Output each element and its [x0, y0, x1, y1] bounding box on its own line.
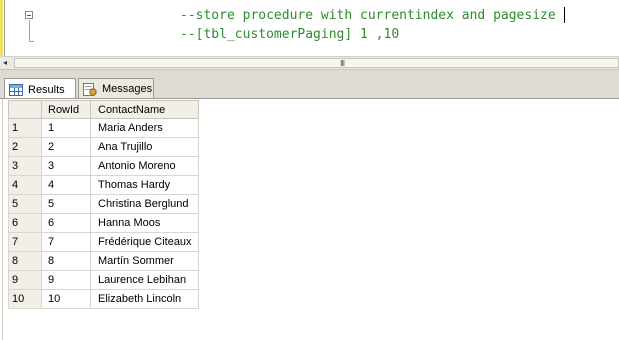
tab-messages[interactable]: Messages: [78, 78, 154, 99]
table-row[interactable]: 9 9 Laurence Lebihan: [8, 270, 199, 290]
code-line-2[interactable]: --[tbl_customerPaging] 1 ,10: [180, 27, 399, 43]
scrollbar-grip-icon: III: [340, 59, 345, 68]
cell-rowid[interactable]: 4: [41, 175, 91, 195]
table-row[interactable]: 1 1 Maria Anders: [8, 118, 199, 138]
row-number[interactable]: 4: [8, 175, 42, 195]
tab-messages-label: Messages: [102, 83, 153, 95]
scroll-left-arrow-icon[interactable]: ◂: [3, 58, 7, 68]
cell-rowid[interactable]: 2: [41, 137, 91, 157]
cell-rowid[interactable]: 10: [41, 289, 91, 309]
table-row[interactable]: 3 3 Antonio Moreno: [8, 156, 199, 176]
cell-contactname[interactable]: Hanna Moos: [90, 213, 199, 233]
cell-rowid[interactable]: 1: [41, 118, 91, 138]
table-row[interactable]: 5 5 Christina Berglund: [8, 194, 199, 214]
row-number[interactable]: 6: [8, 213, 42, 233]
results-tab-strip: Results Messages: [0, 69, 619, 100]
cell-contactname[interactable]: Laurence Lebihan: [90, 270, 199, 290]
grid-pane-border: [2, 99, 3, 340]
cell-rowid[interactable]: 3: [41, 156, 91, 176]
cell-rowid[interactable]: 8: [41, 251, 91, 271]
column-header-contactname[interactable]: ContactName: [90, 100, 199, 119]
table-row[interactable]: 6 6 Hanna Moos: [8, 213, 199, 233]
row-number[interactable]: 7: [8, 232, 42, 252]
table-row[interactable]: 8 8 Martín Sommer: [8, 251, 199, 271]
table-row[interactable]: 2 2 Ana Trujillo: [8, 137, 199, 157]
cell-contactname[interactable]: Christina Berglund: [90, 194, 199, 214]
cell-rowid[interactable]: 7: [41, 232, 91, 252]
outline-end-tick: [29, 41, 34, 42]
messages-icon: [83, 82, 97, 96]
cell-rowid[interactable]: 6: [41, 213, 91, 233]
change-tracking-margin: [0, 0, 3, 56]
editor-horizontal-scrollbar[interactable]: ◂ III: [0, 56, 619, 69]
query-editor[interactable]: --store procedure with currentindex and …: [0, 0, 619, 56]
cell-contactname[interactable]: Frédérique Citeaux: [90, 232, 199, 252]
tab-results-label: Results: [28, 83, 65, 96]
row-number[interactable]: 3: [8, 156, 42, 176]
row-number[interactable]: 2: [8, 137, 42, 157]
row-number[interactable]: 5: [8, 194, 42, 214]
grid-header-row: RowId ContactName: [8, 100, 199, 119]
cell-rowid[interactable]: 9: [41, 270, 91, 290]
results-grid-pane[interactable]: RowId ContactName 1 1 Maria Anders 2 2 A…: [0, 98, 619, 340]
row-number[interactable]: 10: [8, 289, 42, 309]
table-row[interactable]: 4 4 Thomas Hardy: [8, 175, 199, 195]
gutter-divider: [4, 0, 5, 56]
cell-contactname[interactable]: Elizabeth Lincoln: [90, 289, 199, 309]
text-caret: [564, 7, 565, 23]
results-grid[interactable]: RowId ContactName 1 1 Maria Anders 2 2 A…: [8, 100, 199, 309]
outline-line: [29, 20, 30, 42]
code-line-1[interactable]: --store procedure with currentindex and …: [180, 8, 556, 24]
collapse-region-icon[interactable]: [25, 11, 33, 19]
tab-results[interactable]: Results: [4, 78, 76, 100]
row-number[interactable]: 8: [8, 251, 42, 271]
row-number[interactable]: 9: [8, 270, 42, 290]
cell-contactname[interactable]: Martín Sommer: [90, 251, 199, 271]
row-header-corner[interactable]: [8, 100, 42, 119]
table-row[interactable]: 7 7 Frédérique Citeaux: [8, 232, 199, 252]
grid-icon: [9, 83, 23, 96]
cell-contactname[interactable]: Ana Trujillo: [90, 137, 199, 157]
scrollbar-thumb[interactable]: III: [14, 58, 619, 68]
cell-rowid[interactable]: 5: [41, 194, 91, 214]
row-number[interactable]: 1: [8, 118, 42, 138]
table-row[interactable]: 10 10 Elizabeth Lincoln: [8, 289, 199, 309]
cell-contactname[interactable]: Thomas Hardy: [90, 175, 199, 195]
cell-contactname[interactable]: Maria Anders: [90, 118, 199, 138]
cell-contactname[interactable]: Antonio Moreno: [90, 156, 199, 176]
column-header-rowid[interactable]: RowId: [41, 100, 91, 119]
